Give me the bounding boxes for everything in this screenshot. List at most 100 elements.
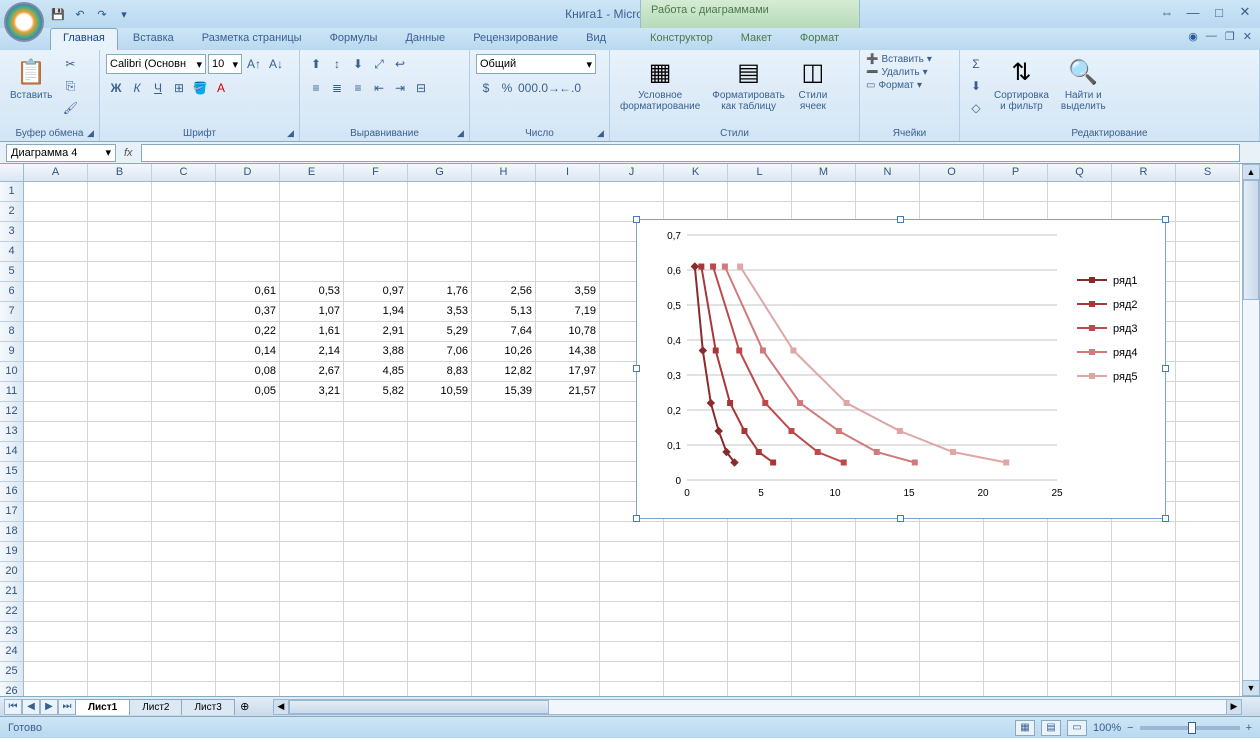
cell[interactable]: 8,83 xyxy=(408,362,472,382)
column-header[interactable]: P xyxy=(984,164,1048,181)
cell[interactable] xyxy=(88,542,152,562)
cell[interactable] xyxy=(152,482,216,502)
cell[interactable] xyxy=(472,442,536,462)
cut-icon[interactable]: ✂ xyxy=(60,54,80,74)
fill-icon[interactable]: ⬇ xyxy=(966,76,986,96)
scroll-down-icon[interactable]: ▼ xyxy=(1242,680,1260,696)
cell[interactable] xyxy=(472,602,536,622)
cell[interactable] xyxy=(984,522,1048,542)
cell[interactable] xyxy=(88,182,152,202)
cell[interactable] xyxy=(1176,182,1240,202)
cell[interactable] xyxy=(984,562,1048,582)
cell[interactable] xyxy=(24,462,88,482)
cell[interactable] xyxy=(920,542,984,562)
font-color-icon[interactable]: A xyxy=(211,78,231,98)
cell[interactable]: 3,59 xyxy=(536,282,600,302)
cell[interactable] xyxy=(1112,602,1176,622)
column-header[interactable]: F xyxy=(344,164,408,181)
cell[interactable] xyxy=(344,482,408,502)
cell[interactable] xyxy=(472,242,536,262)
row-header[interactable]: 25 xyxy=(0,662,24,682)
cell-styles-button[interactable]: ◫Стили ячеек xyxy=(793,54,833,114)
cell[interactable] xyxy=(536,222,600,242)
cell[interactable]: 0,53 xyxy=(280,282,344,302)
cell[interactable] xyxy=(1176,202,1240,222)
cell[interactable] xyxy=(24,342,88,362)
cell[interactable] xyxy=(216,482,280,502)
save-icon[interactable]: 💾 xyxy=(50,6,66,22)
row-header[interactable]: 14 xyxy=(0,442,24,462)
sheet-nav-prev-icon[interactable]: ◀ xyxy=(22,699,40,715)
cell[interactable] xyxy=(856,662,920,682)
cell[interactable] xyxy=(536,582,600,602)
cell[interactable] xyxy=(24,422,88,442)
cell[interactable] xyxy=(984,602,1048,622)
minimize-icon[interactable]: — xyxy=(1184,4,1202,20)
increase-font-icon[interactable]: A↑ xyxy=(244,54,264,74)
cell[interactable] xyxy=(792,602,856,622)
cell[interactable] xyxy=(920,562,984,582)
tab-chart-format[interactable]: Формат xyxy=(787,28,852,50)
new-sheet-icon[interactable]: ⊕ xyxy=(235,700,255,713)
cell[interactable] xyxy=(152,442,216,462)
cell[interactable] xyxy=(728,182,792,202)
cell[interactable] xyxy=(24,582,88,602)
cell[interactable]: 0,97 xyxy=(344,282,408,302)
cell[interactable] xyxy=(728,542,792,562)
redo-icon[interactable]: ↷ xyxy=(94,6,110,22)
cell[interactable] xyxy=(216,522,280,542)
cell[interactable]: 0,22 xyxy=(216,322,280,342)
cell[interactable] xyxy=(88,242,152,262)
increase-indent-icon[interactable]: ⇥ xyxy=(390,78,410,98)
cell[interactable] xyxy=(152,502,216,522)
cell[interactable]: 10,26 xyxy=(472,342,536,362)
cell[interactable] xyxy=(152,522,216,542)
row-header[interactable]: 26 xyxy=(0,682,24,696)
format-as-table-button[interactable]: ▤Форматировать как таблицу xyxy=(708,54,789,114)
tab-review[interactable]: Рецензирование xyxy=(460,28,571,50)
cell[interactable] xyxy=(152,682,216,696)
cell[interactable] xyxy=(408,182,472,202)
cell[interactable] xyxy=(792,622,856,642)
cell[interactable] xyxy=(984,642,1048,662)
cell[interactable] xyxy=(280,262,344,282)
cell[interactable] xyxy=(88,422,152,442)
cell[interactable] xyxy=(664,562,728,582)
cell[interactable] xyxy=(1176,602,1240,622)
cell[interactable] xyxy=(344,442,408,462)
cell[interactable] xyxy=(856,682,920,696)
cell[interactable] xyxy=(536,462,600,482)
cell[interactable] xyxy=(536,502,600,522)
qat-customize-icon[interactable]: ▾ xyxy=(116,6,132,22)
cell[interactable] xyxy=(1112,682,1176,696)
cell[interactable] xyxy=(472,202,536,222)
cell[interactable] xyxy=(856,642,920,662)
cell[interactable] xyxy=(88,662,152,682)
clipboard-dialog-launcher[interactable]: ◢ xyxy=(87,128,97,138)
cell[interactable] xyxy=(344,602,408,622)
cell[interactable]: 5,13 xyxy=(472,302,536,322)
cell[interactable] xyxy=(600,682,664,696)
cell[interactable] xyxy=(344,562,408,582)
cell[interactable]: 15,39 xyxy=(472,382,536,402)
paste-button[interactable]: 📋 Вставить xyxy=(6,54,56,103)
cell[interactable] xyxy=(88,582,152,602)
cell[interactable]: 3,53 xyxy=(408,302,472,322)
sheet-nav-last-icon[interactable]: ⏭ xyxy=(58,699,76,715)
cell[interactable] xyxy=(984,622,1048,642)
cell[interactable] xyxy=(280,182,344,202)
column-header[interactable]: G xyxy=(408,164,472,181)
cell[interactable] xyxy=(856,182,920,202)
cell[interactable] xyxy=(1048,182,1112,202)
ribbon-minimize-icon[interactable]: — xyxy=(1206,30,1217,43)
cell[interactable] xyxy=(600,582,664,602)
maximize-icon[interactable]: □ xyxy=(1210,4,1228,20)
cell[interactable] xyxy=(920,622,984,642)
cell[interactable] xyxy=(728,602,792,622)
cell[interactable] xyxy=(856,522,920,542)
cell[interactable] xyxy=(920,682,984,696)
undo-icon[interactable]: ↶ xyxy=(72,6,88,22)
normal-view-icon[interactable]: ▦ xyxy=(1015,720,1035,736)
cell[interactable] xyxy=(1176,242,1240,262)
cell[interactable] xyxy=(344,242,408,262)
